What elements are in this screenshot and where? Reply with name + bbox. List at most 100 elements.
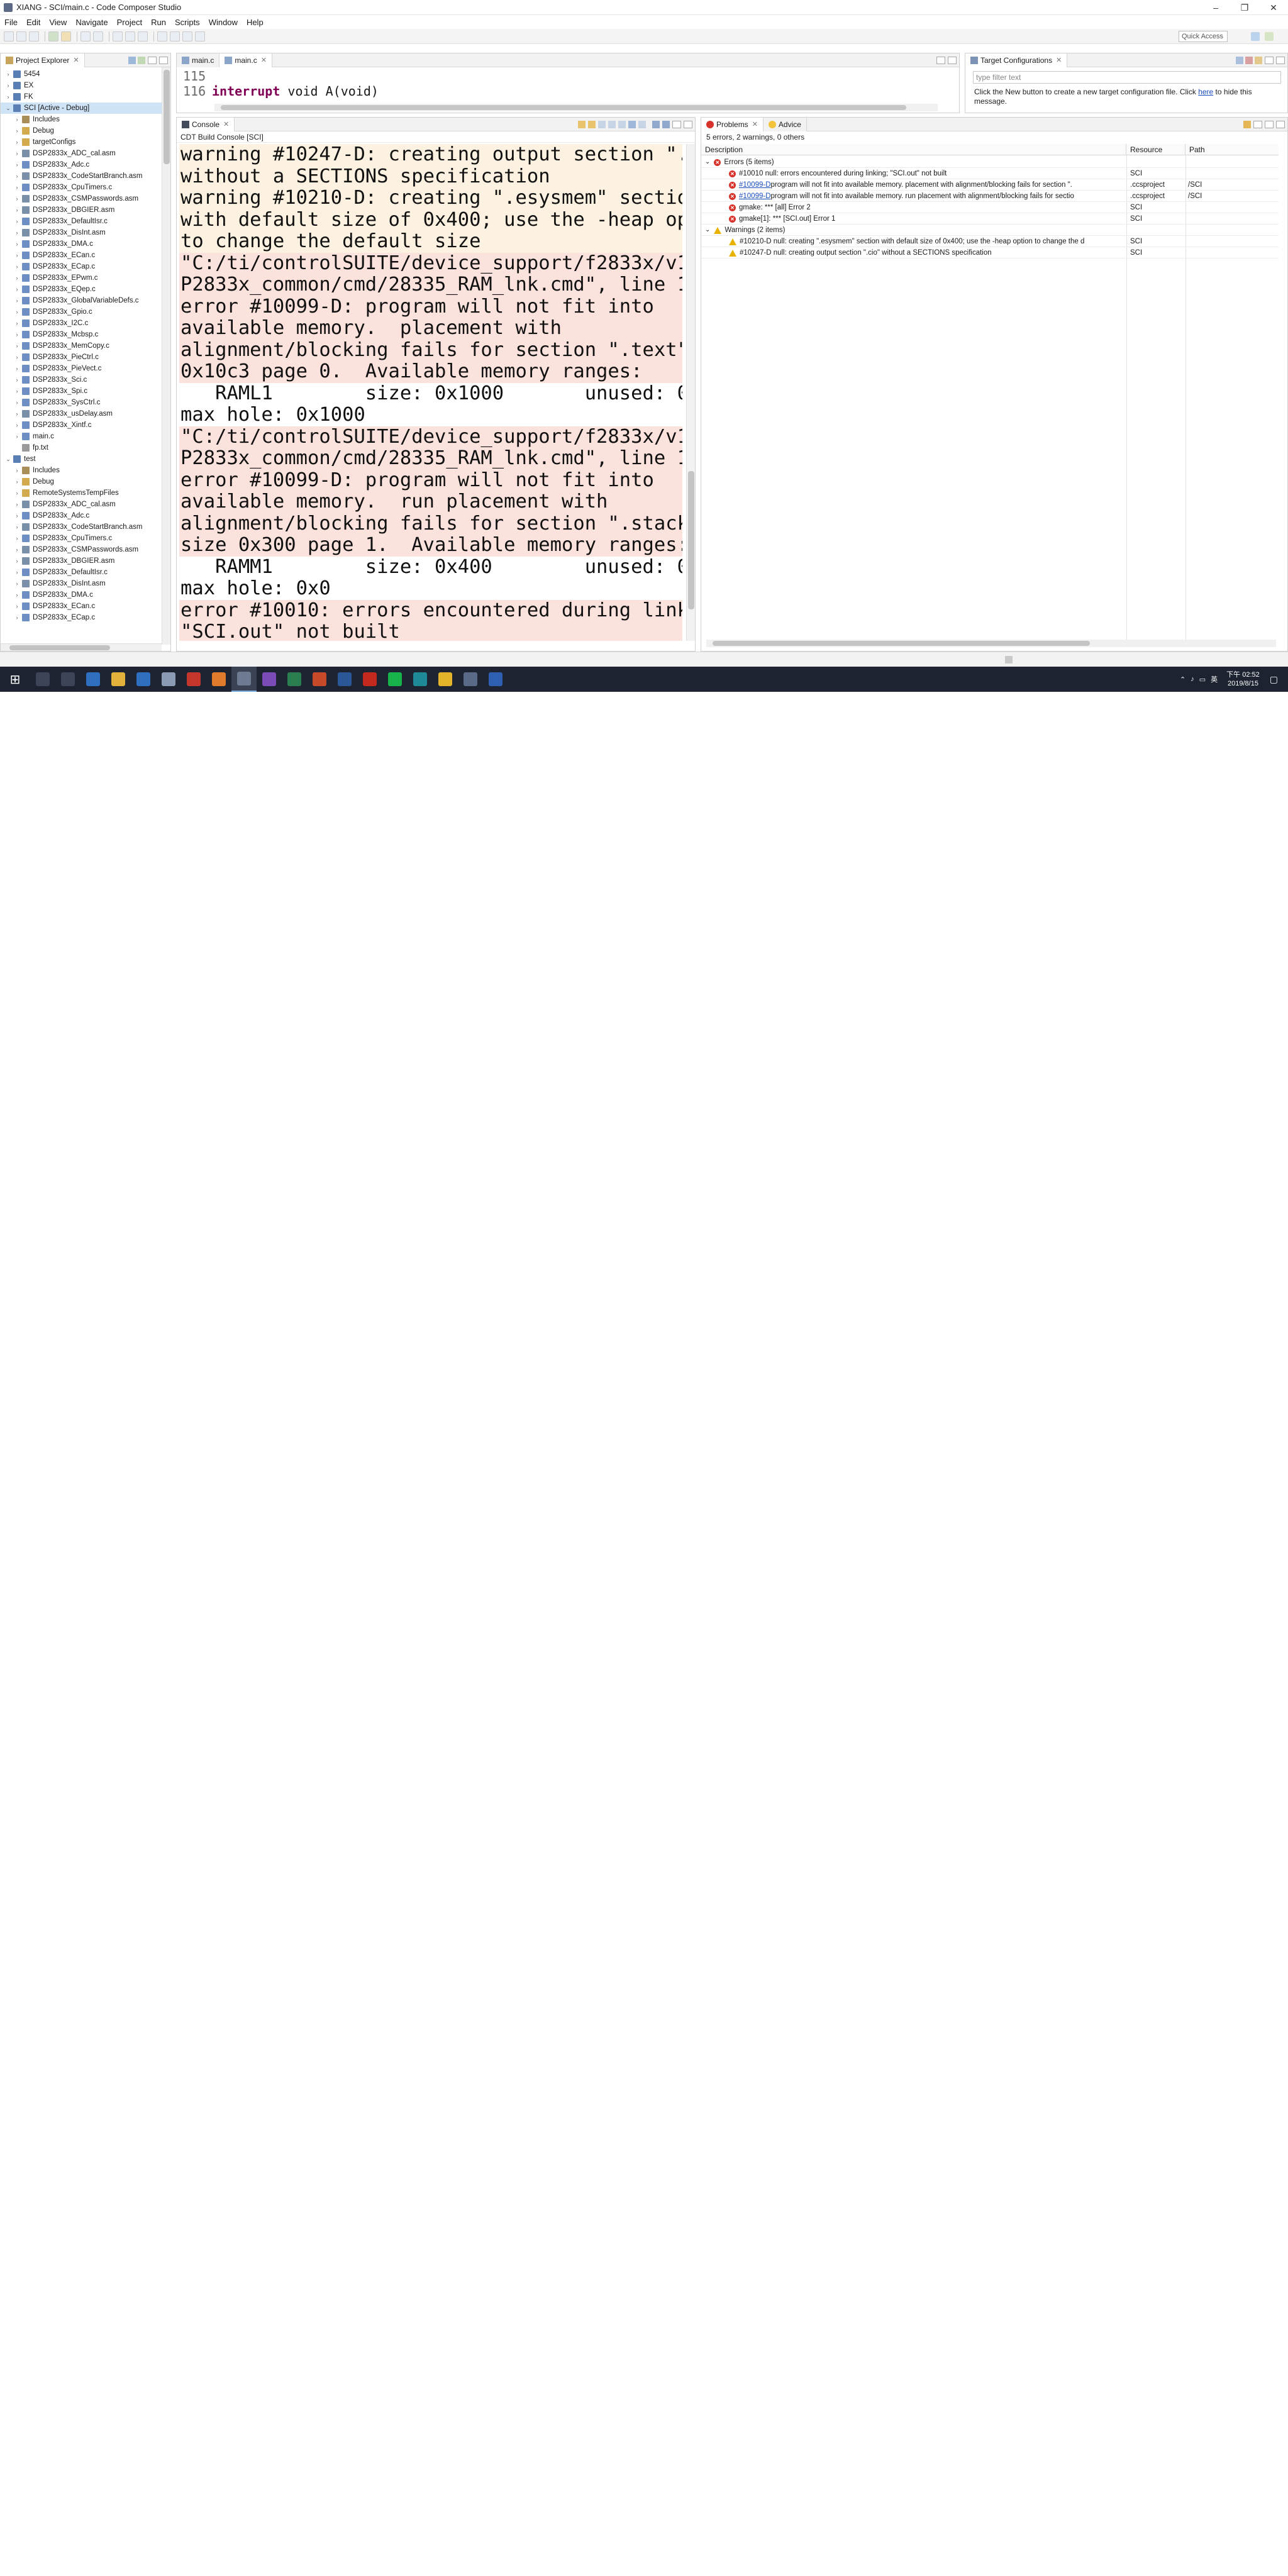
tree-item[interactable]: › DSP2833x_PieCtrl.c xyxy=(1,352,162,363)
tree-item[interactable]: › RemoteSystemsTempFiles xyxy=(1,487,162,499)
collapse-all-icon[interactable] xyxy=(128,56,136,64)
taskbar-chrome-icon[interactable] xyxy=(433,667,458,692)
chevron-right-icon[interactable]: › xyxy=(13,340,21,352)
tree-item[interactable]: › DSP2833x_Xintf.c xyxy=(1,419,162,431)
tree-item[interactable]: › Debug xyxy=(1,125,162,136)
back-icon[interactable] xyxy=(170,31,180,42)
chevron-right-icon[interactable]: › xyxy=(13,238,21,250)
close-icon[interactable]: ✕ xyxy=(223,120,229,128)
minimize-icon[interactable] xyxy=(1265,120,1274,128)
chevron-right-icon[interactable]: › xyxy=(13,533,21,544)
tree-item[interactable]: › DSP2833x_SysCtrl.c xyxy=(1,397,162,408)
lock-icon[interactable] xyxy=(578,120,586,128)
chevron-right-icon[interactable]: › xyxy=(13,318,21,329)
problems-row[interactable]: ✕ #10099-D program will not fit into avai… xyxy=(701,179,1279,191)
tree-item[interactable]: › DSP2833x_I2C.c xyxy=(1,318,162,329)
tree-item[interactable]: › DSP2833x_CodeStartBranch.asm xyxy=(1,170,162,182)
forward-icon[interactable] xyxy=(182,31,192,42)
tree-item[interactable]: › DSP2833x_GlobalVariableDefs.c xyxy=(1,295,162,306)
close-icon[interactable]: ✕ xyxy=(261,56,267,64)
tree-item[interactable]: ⌄ SCI [Active - Debug] xyxy=(1,103,162,114)
tree-item[interactable]: › DSP2833x_ECan.c xyxy=(1,250,162,261)
problems-group-row[interactable]: ⌄ ✕ Errors (5 items) xyxy=(701,157,1279,168)
tree-item[interactable]: › 5454 xyxy=(1,69,162,80)
code-area[interactable]: 115 116 interrupt void A(void) xyxy=(183,69,379,99)
chevron-right-icon[interactable]: › xyxy=(13,363,21,374)
chevron-right-icon[interactable]: › xyxy=(13,182,21,193)
chevron-down-icon[interactable]: ⌄ xyxy=(4,453,12,465)
maximize-icon[interactable] xyxy=(684,120,692,128)
tree-item[interactable]: › DSP2833x_ECap.c xyxy=(1,612,162,623)
tree-item[interactable]: › targetConfigs xyxy=(1,136,162,148)
tree-item[interactable]: › DSP2833x_DBGIER.asm xyxy=(1,555,162,567)
chevron-right-icon[interactable]: › xyxy=(13,295,21,306)
taskbar-browser-old-icon[interactable] xyxy=(156,667,181,692)
chevron-right-icon[interactable]: › xyxy=(13,521,21,533)
taskbar-mail-icon[interactable] xyxy=(131,667,156,692)
chevron-right-icon[interactable]: › xyxy=(13,136,21,148)
taskbar-acrobat-icon[interactable] xyxy=(357,667,382,692)
chevron-right-icon[interactable]: › xyxy=(13,227,21,238)
ime-indicator[interactable]: 英 xyxy=(1211,674,1218,684)
chevron-right-icon[interactable]: › xyxy=(13,386,21,397)
close-icon[interactable]: ✕ xyxy=(73,56,79,64)
taskbar-word-icon[interactable] xyxy=(332,667,357,692)
chevron-right-icon[interactable]: › xyxy=(13,544,21,555)
tab-target-configurations[interactable]: Target Configurations ✕ xyxy=(965,53,1068,67)
chevron-right-icon[interactable]: › xyxy=(13,601,21,612)
tree-item[interactable]: fp.txt xyxy=(1,442,162,453)
chevron-down-icon[interactable]: ⌄ xyxy=(705,225,710,236)
tree-item[interactable]: › Debug xyxy=(1,476,162,487)
tree-item[interactable]: › DSP2833x_Gpio.c xyxy=(1,306,162,318)
chevron-right-icon[interactable]: › xyxy=(13,567,21,578)
chevron-down-icon[interactable]: ⌄ xyxy=(4,103,12,114)
chevron-right-icon[interactable]: › xyxy=(13,329,21,340)
problems-row[interactable]: ✕ gmake: *** [all] Error 2 SCI xyxy=(701,202,1279,213)
problems-row[interactable]: #10247-D null: creating output section "… xyxy=(701,247,1279,258)
hide-message-link[interactable]: here xyxy=(1198,87,1213,96)
taskbar-line-icon[interactable] xyxy=(382,667,408,692)
chevron-right-icon[interactable]: › xyxy=(13,261,21,272)
chevron-right-icon[interactable]: › xyxy=(13,148,21,159)
tab-console[interactable]: Console ✕ xyxy=(177,117,235,131)
tree-item[interactable]: › main.c xyxy=(1,431,162,442)
taskbar-powerpoint-icon[interactable] xyxy=(307,667,332,692)
search-icon[interactable] xyxy=(138,31,148,42)
chevron-right-icon[interactable]: › xyxy=(13,272,21,284)
tree-item[interactable]: › DSP2833x_DisInt.asm xyxy=(1,227,162,238)
chevron-right-icon[interactable]: › xyxy=(13,250,21,261)
pin-icon[interactable] xyxy=(588,120,596,128)
view-menu-icon[interactable] xyxy=(1253,120,1262,128)
tree-item[interactable]: › DSP2833x_EPwm.c xyxy=(1,272,162,284)
open-console-icon[interactable] xyxy=(662,120,670,128)
show-console-icon[interactable] xyxy=(638,120,646,128)
chevron-right-icon[interactable]: › xyxy=(4,91,12,103)
explorer-horizontal-scrollbar[interactable] xyxy=(1,643,162,651)
chevron-right-icon[interactable]: › xyxy=(13,204,21,216)
tree-item[interactable]: › DSP2833x_Adc.c xyxy=(1,159,162,170)
console-output[interactable]: warning #10247-D: creating output sectio… xyxy=(179,144,682,641)
link-editor-icon[interactable] xyxy=(138,56,145,64)
menu-scripts[interactable]: Scripts xyxy=(175,18,200,27)
tree-item[interactable]: › DSP2833x_CodeStartBranch.asm xyxy=(1,521,162,533)
taskbar-matlab-icon[interactable] xyxy=(206,667,231,692)
taskbar-terminal-icon[interactable] xyxy=(282,667,307,692)
tree-item[interactable]: › FK xyxy=(1,91,162,103)
tree-item[interactable]: › EX xyxy=(1,80,162,91)
chevron-right-icon[interactable]: › xyxy=(13,465,21,476)
scroll-thumb[interactable] xyxy=(9,645,110,650)
menu-edit[interactable]: Edit xyxy=(26,18,40,27)
tab-problems[interactable]: Problems ✕ xyxy=(701,117,763,131)
close-icon[interactable]: ✕ xyxy=(752,120,758,128)
chevron-right-icon[interactable]: › xyxy=(13,578,21,589)
tree-item[interactable]: › DSP2833x_ADC_cal.asm xyxy=(1,499,162,510)
tree-item[interactable]: › DSP2833x_CpuTimers.c xyxy=(1,182,162,193)
tree-item[interactable]: › DSP2833x_DisInt.asm xyxy=(1,578,162,589)
save-icon[interactable] xyxy=(16,31,26,42)
chevron-right-icon[interactable]: › xyxy=(13,352,21,363)
minimize-icon[interactable] xyxy=(936,56,945,64)
minimize-icon[interactable] xyxy=(672,120,681,128)
maximize-icon[interactable] xyxy=(1276,120,1285,128)
tree-item[interactable]: › DSP2833x_DefaultIsr.c xyxy=(1,567,162,578)
chevron-right-icon[interactable]: › xyxy=(13,510,21,521)
